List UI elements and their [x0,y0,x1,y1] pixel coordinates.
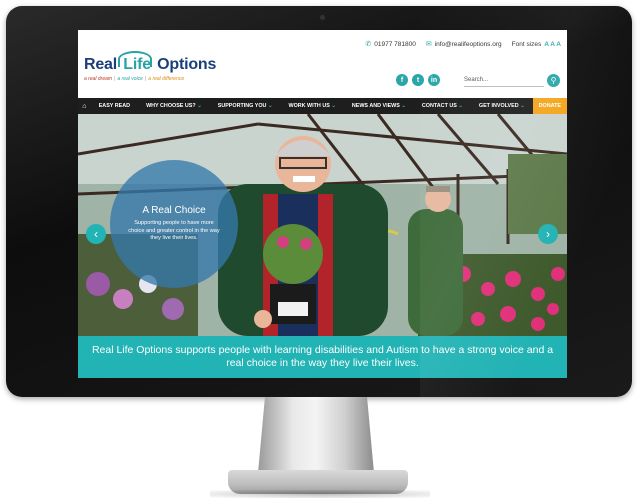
top-contact-bar: ✆ 01977 781800 ✉ info@realifeoptions.org… [365,39,561,49]
nav-why-choose-us[interactable]: WHY CHOOSE US? ⌄ [138,103,210,109]
tagline-voice: a real voice [117,76,143,82]
nav-contact-us[interactable]: CONTACT US ⌄ [414,103,471,109]
font-size-buttons[interactable]: A A A [544,41,561,48]
hero-caption-circle: A Real Choice Supporting people to have … [110,160,238,288]
chevron-right-icon: › [546,227,550,241]
social-links: f t in [396,74,440,86]
logo-word-life: Life [118,51,152,73]
nav-label: GET INVOLVED [478,103,519,109]
font-sizes-label: Font sizes [511,40,542,48]
chevron-left-icon: ‹ [94,227,98,241]
mission-statement: Real Life Options supports people with l… [78,336,567,378]
chevron-down-icon: ⌄ [197,103,202,109]
chevron-down-icon: ⌄ [520,103,525,109]
phone-number: 01977 781800 [374,40,416,48]
slider-next-button[interactable]: › [538,224,558,244]
chevron-down-icon: ⌄ [267,103,273,109]
linkedin-icon[interactable]: in [428,74,440,86]
logo-word-real: Real [84,56,117,73]
nav-label: WORK WITH US [288,103,330,109]
search-icon: ⚲ [550,76,557,85]
website-screen: ✆ 01977 781800 ✉ info@realifeoptions.org… [78,30,567,378]
logo-word-options: Options [157,56,217,73]
chevron-down-icon: ⌄ [331,103,336,109]
email-link[interactable]: ✉ info@realifeoptions.org [425,40,502,49]
main-nav: ⌂ EASY READ WHY CHOOSE US? ⌄ SUPPORTING … [78,98,567,114]
facebook-icon[interactable]: f [396,74,408,86]
chevron-down-icon: ⌄ [401,103,406,109]
nav-get-involved[interactable]: GET INVOLVED ⌄ [471,103,533,109]
nav-label: EASY READ [98,103,131,109]
home-icon[interactable]: ⌂ [78,103,91,110]
phone-icon: ✆ [365,41,372,48]
email-address: info@realifeoptions.org [434,40,502,48]
nav-label: CONTACT US [421,103,457,109]
camera-dot [320,15,325,20]
nav-label: WHY CHOOSE US? [146,103,196,109]
search-button[interactable]: ⚲ [547,74,560,87]
nav-supporting-you[interactable]: SUPPORTING YOU ⌄ [210,103,281,109]
nav-label: SUPPORTING YOU [217,103,267,109]
hero-text: Supporting people to have more choice an… [128,220,220,242]
site-logo[interactable]: Real Life Options a real dream | a real vo… [84,51,217,82]
nav-news-and-views[interactable]: NEWS AND VIEWS ⌄ [344,103,414,109]
monitor-stand-neck [258,397,374,473]
phone-link[interactable]: ✆ 01977 781800 [365,40,416,49]
logo-tagline: a real dream | a real voice | a real differe… [84,76,216,82]
envelope-icon: ✉ [425,41,432,48]
nav-label: NEWS AND VIEWS [351,103,400,109]
twitter-icon[interactable]: t [412,74,424,86]
hero-title: A Real Choice [142,205,206,217]
hero-slider: A Real Choice Supporting people to have … [78,114,567,336]
nav-work-with-us[interactable]: WORK WITH US ⌄ [280,103,343,109]
chevron-down-icon: ⌄ [458,103,463,109]
tagline-dream: a real dream [84,76,113,82]
logo-title: Real Life Options [84,51,217,74]
tagline-difference: a real difference [148,76,185,82]
stand-shadow [210,490,430,498]
font-size-control: Font sizes A A A [512,41,561,48]
search-input[interactable]: Search... [464,75,544,87]
donate-button[interactable]: DONATE [532,98,567,114]
nav-easy-read[interactable]: EASY READ [91,103,138,109]
slider-prev-button[interactable]: ‹ [86,224,106,244]
